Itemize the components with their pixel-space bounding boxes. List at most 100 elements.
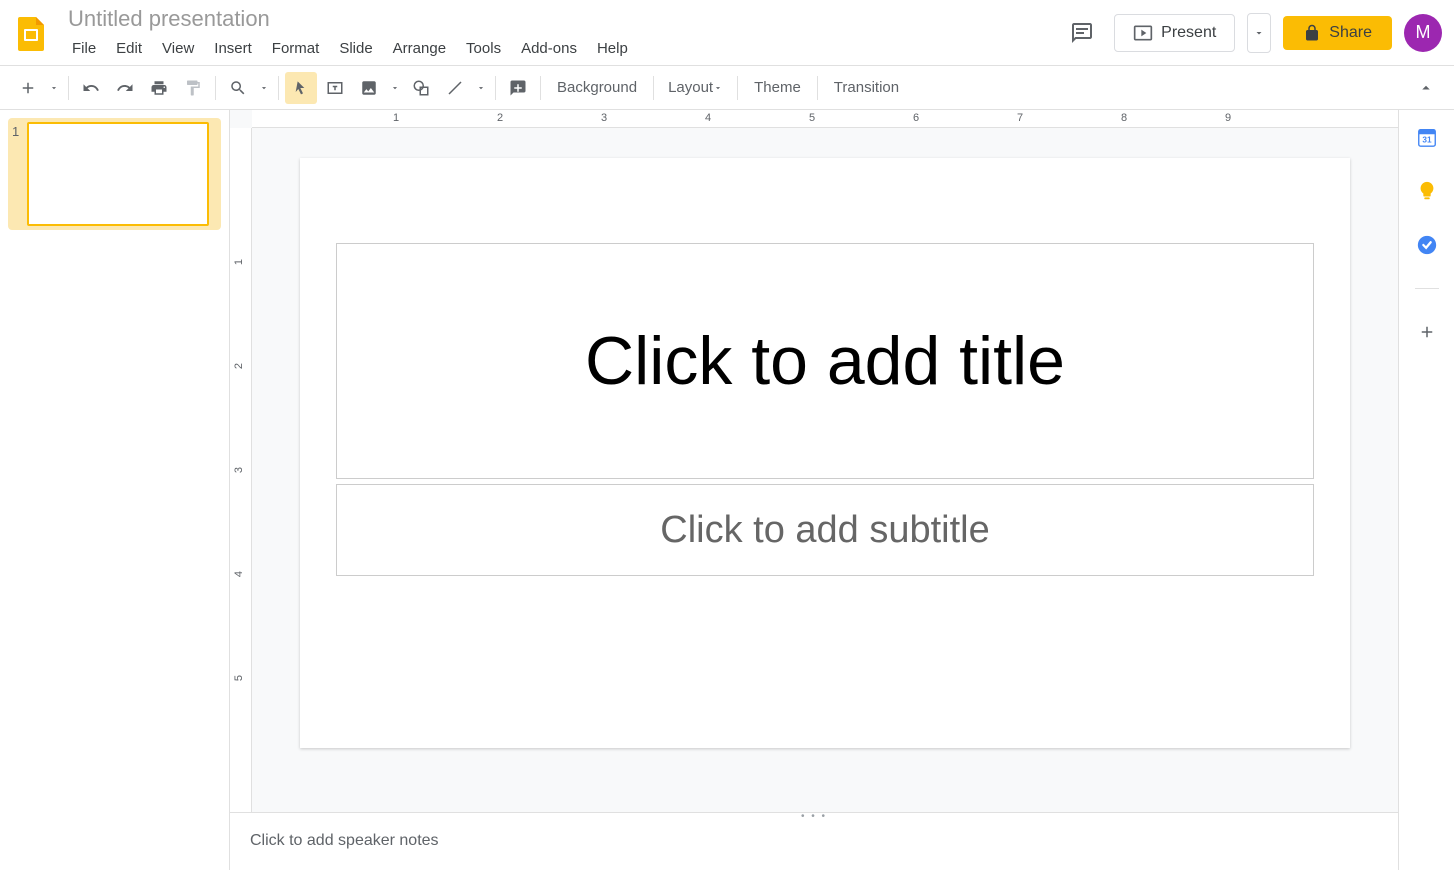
share-label: Share [1329,24,1372,42]
header-right: Present Share M [1062,13,1442,53]
menu-help[interactable]: Help [589,36,636,61]
menu-view[interactable]: View [154,36,202,61]
ruler-v-mark: 2 [233,363,245,369]
filmstrip: 1 [0,110,230,870]
keep-addon[interactable] [1416,180,1438,202]
textbox-tool[interactable] [319,72,351,104]
menu-insert[interactable]: Insert [206,36,260,61]
hide-menus-button[interactable] [1410,72,1442,104]
shape-tool[interactable] [405,72,437,104]
image-icon [360,79,378,97]
separator [540,76,541,100]
svg-text:31: 31 [1422,136,1432,145]
ruler-h-mark: 2 [497,112,503,124]
title-textbox[interactable]: Click to add title [336,243,1314,479]
toolbar: Background Layout Theme Transition [0,66,1454,110]
slides-logo[interactable] [12,13,52,53]
transition-button[interactable]: Transition [824,73,909,102]
menu-file[interactable]: File [64,36,104,61]
slide-thumb-image [27,122,209,226]
line-icon [446,79,464,97]
share-button[interactable]: Share [1283,16,1392,50]
paint-format-button[interactable] [177,72,209,104]
ruler-h-mark: 1 [393,112,399,124]
vertical-ruler[interactable]: 1 2 3 4 5 [230,128,252,812]
separator [215,76,216,100]
print-button[interactable] [143,72,175,104]
ruler-v-mark: 1 [233,259,245,265]
tasks-icon [1416,234,1438,256]
calendar-addon[interactable]: 31 [1416,126,1438,148]
image-tool[interactable] [353,72,385,104]
menu-format[interactable]: Format [264,36,328,61]
line-dropdown[interactable] [473,72,489,104]
keep-icon [1416,180,1438,202]
add-addon-button[interactable] [1416,321,1438,343]
notes-resize-handle[interactable]: • • • [230,812,1398,820]
calendar-icon: 31 [1416,126,1438,148]
play-icon [1133,23,1153,43]
menu-slide[interactable]: Slide [331,36,380,61]
present-button[interactable]: Present [1114,14,1235,52]
background-button[interactable]: Background [547,73,647,102]
header: Untitled presentation File Edit View Ins… [0,0,1454,66]
ruler-v-mark: 3 [233,467,245,473]
slide-canvas[interactable]: Click to add title Click to add subtitle [300,158,1350,748]
canvas-body: 1 2 3 4 5 Click to add title Click to ad… [230,128,1398,812]
print-icon [150,79,168,97]
speaker-notes[interactable]: Click to add speaker notes [230,820,1398,870]
separator [68,76,69,100]
layout-button[interactable]: Layout [660,73,731,102]
speaker-notes-placeholder: Click to add speaker notes [250,832,439,849]
horizontal-ruler[interactable]: 1 2 3 4 5 6 7 8 9 [252,110,1398,128]
new-slide-dropdown[interactable] [46,72,62,104]
comments-button[interactable] [1062,13,1102,53]
theme-button[interactable]: Theme [744,73,811,102]
separator [817,76,818,100]
ruler-h-mark: 6 [913,112,919,124]
image-dropdown[interactable] [387,72,403,104]
zoom-dropdown[interactable] [256,72,272,104]
menu-tools[interactable]: Tools [458,36,509,61]
ruler-h-mark: 4 [705,112,711,124]
chevron-up-icon [1417,79,1435,97]
menu-edit[interactable]: Edit [108,36,150,61]
document-title[interactable]: Untitled presentation [64,4,1062,34]
slide-container[interactable]: Click to add title Click to add subtitle [252,128,1398,812]
line-tool[interactable] [439,72,471,104]
comment-tool[interactable] [502,72,534,104]
present-dropdown[interactable] [1247,13,1271,53]
undo-icon [82,79,100,97]
separator [653,76,654,100]
separator [278,76,279,100]
select-tool[interactable] [285,72,317,104]
menu-arrange[interactable]: Arrange [385,36,454,61]
ruler-v-mark: 4 [233,571,245,577]
slide-number: 1 [12,122,19,139]
ruler-h-mark: 5 [809,112,815,124]
main-area: 1 1 2 3 4 5 6 7 8 9 1 2 3 4 5 [0,110,1454,870]
zoom-button[interactable] [222,72,254,104]
cursor-icon [293,80,309,96]
title-area: Untitled presentation File Edit View Ins… [64,4,1062,61]
new-slide-button[interactable] [12,72,44,104]
layout-label: Layout [668,79,713,96]
ruler-h-mark: 3 [601,112,607,124]
undo-button[interactable] [75,72,107,104]
canvas-area: 1 2 3 4 5 6 7 8 9 1 2 3 4 5 [230,110,1398,870]
right-sidebar: 31 [1398,110,1454,870]
tasks-addon[interactable] [1416,234,1438,256]
separator [495,76,496,100]
redo-button[interactable] [109,72,141,104]
menu-addons[interactable]: Add-ons [513,36,585,61]
user-avatar[interactable]: M [1404,14,1442,52]
title-placeholder: Click to add title [585,322,1065,400]
subtitle-textbox[interactable]: Click to add subtitle [336,484,1314,576]
chevron-down-icon [259,83,269,93]
chevron-down-icon [476,83,486,93]
plus-icon [1418,323,1436,341]
redo-icon [116,79,134,97]
chevron-down-icon [390,83,400,93]
slide-thumbnail-1[interactable]: 1 [8,118,221,230]
ruler-h-mark: 8 [1121,112,1127,124]
